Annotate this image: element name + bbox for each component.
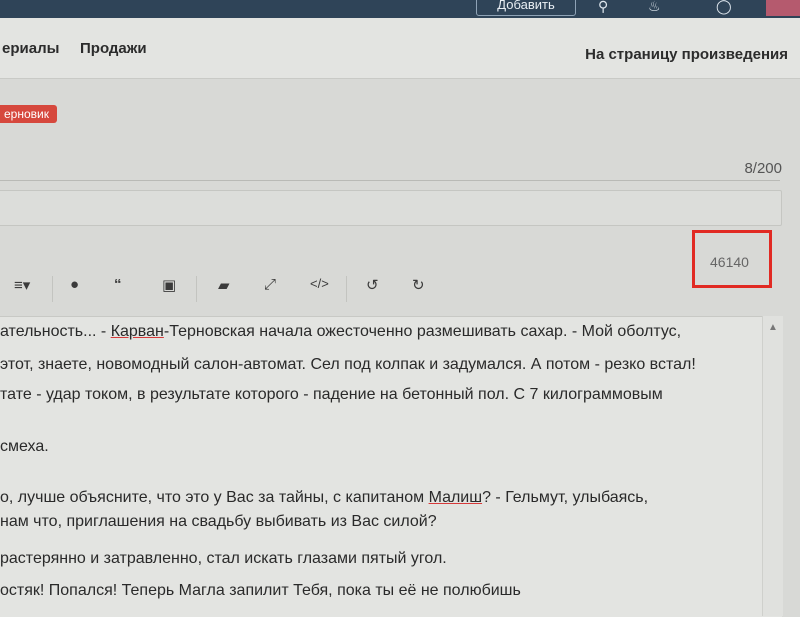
spell-error-word: Карван — [110, 323, 164, 340]
scroll-up-icon[interactable]: ▲ — [768, 322, 778, 333]
nav-sales[interactable]: Продажи — [80, 40, 147, 57]
editor-toolbar: ≡▾ ● “ ▣ ▰ ⤢ </> ↺ ↻ — [0, 268, 690, 308]
expand-icon[interactable]: ⤢ — [264, 276, 276, 293]
highlight-box — [692, 230, 772, 288]
quote-icon[interactable]: “ — [114, 276, 122, 293]
text-span: ? - Гельмут, улыбаясь, — [482, 489, 649, 506]
redo-icon[interactable]: ↻ — [412, 276, 425, 294]
add-button[interactable]: Добавить — [476, 0, 576, 16]
bell-icon[interactable]: ♨ — [648, 0, 661, 15]
nav-materials[interactable]: ериалы — [2, 40, 59, 57]
text-line: остяк! Попался! Теперь Магла запилит Теб… — [0, 582, 521, 599]
text-span: -Терновская начала ожесточенно размешива… — [163, 323, 682, 340]
editor-scrollbar[interactable] — [762, 316, 783, 616]
text-line: о, лучше объясните, что это у Вас за тай… — [0, 489, 648, 507]
toolbar-divider — [196, 276, 197, 302]
spell-error-word: Малиш — [428, 489, 483, 506]
draft-badge: ерновик — [0, 105, 57, 123]
toolbar-divider — [52, 276, 53, 302]
align-icon[interactable]: ≡▾ — [14, 276, 30, 294]
drop-icon[interactable]: ● — [70, 276, 79, 293]
nav-bar: ериалы Продажи На страницу произведения — [0, 18, 800, 79]
chat-icon[interactable]: ◯ — [716, 0, 732, 15]
image-icon[interactable]: ▣ — [162, 276, 176, 294]
toolbar-divider — [346, 276, 347, 302]
text-span: ательность... - — [0, 323, 111, 340]
user-avatar[interactable] — [766, 0, 800, 16]
to-work-page-link[interactable]: На страницу произведения — [585, 46, 788, 63]
search-icon[interactable]: ⚲ — [598, 0, 608, 15]
text-line: смеха. — [0, 438, 49, 455]
code-icon[interactable]: </> — [310, 276, 329, 291]
top-bar: Добавить ⚲ ♨ ◯ — [0, 0, 800, 18]
text-line: тате - удар током, в результате которого… — [0, 386, 663, 403]
annotation-field[interactable] — [0, 190, 782, 226]
text-line: нам что, приглашения на свадьбу выбивать… — [0, 513, 437, 530]
undo-icon[interactable]: ↺ — [366, 276, 379, 294]
title-field-border — [0, 180, 780, 181]
text-span: о, лучше объясните, что это у Вас за тай… — [0, 489, 429, 506]
text-line: растерянно и затравленно, стал искать гл… — [0, 550, 447, 567]
text-line: ательность... - Карван-Терновская начала… — [0, 323, 681, 341]
text-line: этот, знаете, новомодный салон-автомат. … — [0, 356, 696, 373]
eraser-icon[interactable]: ▰ — [218, 276, 230, 294]
title-counter: 8/200 — [744, 160, 782, 177]
